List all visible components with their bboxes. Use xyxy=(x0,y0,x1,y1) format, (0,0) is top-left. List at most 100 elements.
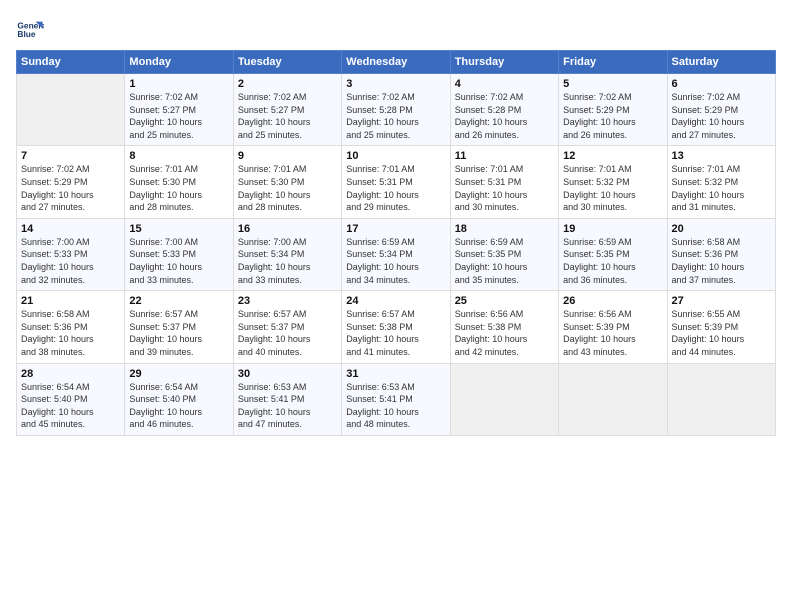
weekday-header-saturday: Saturday xyxy=(667,51,775,74)
day-number: 23 xyxy=(238,295,337,307)
day-number: 12 xyxy=(563,150,662,162)
day-cell xyxy=(450,363,558,435)
day-info: Sunrise: 7:02 AMSunset: 5:29 PMDaylight:… xyxy=(21,163,120,213)
weekday-header-friday: Friday xyxy=(559,51,667,74)
day-number: 27 xyxy=(672,295,771,307)
day-cell: 9Sunrise: 7:01 AMSunset: 5:30 PMDaylight… xyxy=(233,146,341,218)
day-info: Sunrise: 7:02 AMSunset: 5:29 PMDaylight:… xyxy=(563,91,662,141)
day-cell: 5Sunrise: 7:02 AMSunset: 5:29 PMDaylight… xyxy=(559,74,667,146)
day-cell: 18Sunrise: 6:59 AMSunset: 5:35 PMDayligh… xyxy=(450,218,558,290)
day-info: Sunrise: 7:01 AMSunset: 5:32 PMDaylight:… xyxy=(563,163,662,213)
day-info: Sunrise: 7:00 AMSunset: 5:33 PMDaylight:… xyxy=(21,236,120,286)
day-number: 16 xyxy=(238,223,337,235)
day-cell: 3Sunrise: 7:02 AMSunset: 5:28 PMDaylight… xyxy=(342,74,450,146)
day-number: 30 xyxy=(238,368,337,380)
day-number: 25 xyxy=(455,295,554,307)
day-info: Sunrise: 7:02 AMSunset: 5:29 PMDaylight:… xyxy=(672,91,771,141)
day-info: Sunrise: 7:01 AMSunset: 5:31 PMDaylight:… xyxy=(455,163,554,213)
weekday-header-sunday: Sunday xyxy=(17,51,125,74)
day-info: Sunrise: 6:57 AMSunset: 5:37 PMDaylight:… xyxy=(238,308,337,358)
day-cell: 17Sunrise: 6:59 AMSunset: 5:34 PMDayligh… xyxy=(342,218,450,290)
calendar-header: SundayMondayTuesdayWednesdayThursdayFrid… xyxy=(17,51,776,74)
day-cell: 11Sunrise: 7:01 AMSunset: 5:31 PMDayligh… xyxy=(450,146,558,218)
day-number: 28 xyxy=(21,368,120,380)
week-row-5: 28Sunrise: 6:54 AMSunset: 5:40 PMDayligh… xyxy=(17,363,776,435)
day-number: 24 xyxy=(346,295,445,307)
day-cell: 21Sunrise: 6:58 AMSunset: 5:36 PMDayligh… xyxy=(17,291,125,363)
day-cell: 2Sunrise: 7:02 AMSunset: 5:27 PMDaylight… xyxy=(233,74,341,146)
day-number: 7 xyxy=(21,150,120,162)
day-number: 17 xyxy=(346,223,445,235)
day-number: 2 xyxy=(238,78,337,90)
day-number: 3 xyxy=(346,78,445,90)
day-number: 4 xyxy=(455,78,554,90)
day-info: Sunrise: 6:53 AMSunset: 5:41 PMDaylight:… xyxy=(238,381,337,431)
day-number: 9 xyxy=(238,150,337,162)
day-cell: 8Sunrise: 7:01 AMSunset: 5:30 PMDaylight… xyxy=(125,146,233,218)
day-info: Sunrise: 6:58 AMSunset: 5:36 PMDaylight:… xyxy=(21,308,120,358)
weekday-header-tuesday: Tuesday xyxy=(233,51,341,74)
day-cell: 1Sunrise: 7:02 AMSunset: 5:27 PMDaylight… xyxy=(125,74,233,146)
day-number: 5 xyxy=(563,78,662,90)
day-cell xyxy=(17,74,125,146)
day-info: Sunrise: 6:54 AMSunset: 5:40 PMDaylight:… xyxy=(21,381,120,431)
logo: General Blue xyxy=(16,16,48,44)
day-cell: 14Sunrise: 7:00 AMSunset: 5:33 PMDayligh… xyxy=(17,218,125,290)
day-number: 10 xyxy=(346,150,445,162)
day-cell: 20Sunrise: 6:58 AMSunset: 5:36 PMDayligh… xyxy=(667,218,775,290)
day-cell: 16Sunrise: 7:00 AMSunset: 5:34 PMDayligh… xyxy=(233,218,341,290)
day-cell: 22Sunrise: 6:57 AMSunset: 5:37 PMDayligh… xyxy=(125,291,233,363)
day-cell: 15Sunrise: 7:00 AMSunset: 5:33 PMDayligh… xyxy=(125,218,233,290)
week-row-1: 1Sunrise: 7:02 AMSunset: 5:27 PMDaylight… xyxy=(17,74,776,146)
day-number: 11 xyxy=(455,150,554,162)
day-number: 26 xyxy=(563,295,662,307)
weekday-row: SundayMondayTuesdayWednesdayThursdayFrid… xyxy=(17,51,776,74)
day-info: Sunrise: 7:02 AMSunset: 5:28 PMDaylight:… xyxy=(455,91,554,141)
day-number: 15 xyxy=(129,223,228,235)
day-number: 6 xyxy=(672,78,771,90)
day-info: Sunrise: 6:56 AMSunset: 5:38 PMDaylight:… xyxy=(455,308,554,358)
day-number: 18 xyxy=(455,223,554,235)
day-number: 22 xyxy=(129,295,228,307)
day-cell: 25Sunrise: 6:56 AMSunset: 5:38 PMDayligh… xyxy=(450,291,558,363)
day-info: Sunrise: 6:57 AMSunset: 5:37 PMDaylight:… xyxy=(129,308,228,358)
day-cell: 27Sunrise: 6:55 AMSunset: 5:39 PMDayligh… xyxy=(667,291,775,363)
day-info: Sunrise: 6:59 AMSunset: 5:35 PMDaylight:… xyxy=(455,236,554,286)
page: General Blue SundayMondayTuesdayWednesda… xyxy=(0,0,792,612)
day-number: 29 xyxy=(129,368,228,380)
day-number: 20 xyxy=(672,223,771,235)
day-cell: 28Sunrise: 6:54 AMSunset: 5:40 PMDayligh… xyxy=(17,363,125,435)
day-number: 8 xyxy=(129,150,228,162)
day-number: 14 xyxy=(21,223,120,235)
day-cell: 7Sunrise: 7:02 AMSunset: 5:29 PMDaylight… xyxy=(17,146,125,218)
logo-icon: General Blue xyxy=(16,16,44,44)
day-cell xyxy=(559,363,667,435)
day-cell: 31Sunrise: 6:53 AMSunset: 5:41 PMDayligh… xyxy=(342,363,450,435)
day-info: Sunrise: 6:59 AMSunset: 5:34 PMDaylight:… xyxy=(346,236,445,286)
day-cell: 10Sunrise: 7:01 AMSunset: 5:31 PMDayligh… xyxy=(342,146,450,218)
weekday-header-wednesday: Wednesday xyxy=(342,51,450,74)
week-row-4: 21Sunrise: 6:58 AMSunset: 5:36 PMDayligh… xyxy=(17,291,776,363)
day-info: Sunrise: 7:00 AMSunset: 5:33 PMDaylight:… xyxy=(129,236,228,286)
day-number: 21 xyxy=(21,295,120,307)
day-info: Sunrise: 6:58 AMSunset: 5:36 PMDaylight:… xyxy=(672,236,771,286)
day-info: Sunrise: 6:57 AMSunset: 5:38 PMDaylight:… xyxy=(346,308,445,358)
day-info: Sunrise: 7:02 AMSunset: 5:27 PMDaylight:… xyxy=(129,91,228,141)
day-number: 1 xyxy=(129,78,228,90)
day-info: Sunrise: 7:02 AMSunset: 5:27 PMDaylight:… xyxy=(238,91,337,141)
day-cell: 19Sunrise: 6:59 AMSunset: 5:35 PMDayligh… xyxy=(559,218,667,290)
day-cell: 4Sunrise: 7:02 AMSunset: 5:28 PMDaylight… xyxy=(450,74,558,146)
day-cell: 24Sunrise: 6:57 AMSunset: 5:38 PMDayligh… xyxy=(342,291,450,363)
week-row-3: 14Sunrise: 7:00 AMSunset: 5:33 PMDayligh… xyxy=(17,218,776,290)
svg-text:Blue: Blue xyxy=(17,29,35,39)
day-info: Sunrise: 6:56 AMSunset: 5:39 PMDaylight:… xyxy=(563,308,662,358)
day-info: Sunrise: 6:54 AMSunset: 5:40 PMDaylight:… xyxy=(129,381,228,431)
day-info: Sunrise: 6:59 AMSunset: 5:35 PMDaylight:… xyxy=(563,236,662,286)
calendar-table: SundayMondayTuesdayWednesdayThursdayFrid… xyxy=(16,50,776,436)
weekday-header-thursday: Thursday xyxy=(450,51,558,74)
day-cell: 6Sunrise: 7:02 AMSunset: 5:29 PMDaylight… xyxy=(667,74,775,146)
day-cell: 13Sunrise: 7:01 AMSunset: 5:32 PMDayligh… xyxy=(667,146,775,218)
weekday-header-monday: Monday xyxy=(125,51,233,74)
day-number: 13 xyxy=(672,150,771,162)
day-info: Sunrise: 7:02 AMSunset: 5:28 PMDaylight:… xyxy=(346,91,445,141)
